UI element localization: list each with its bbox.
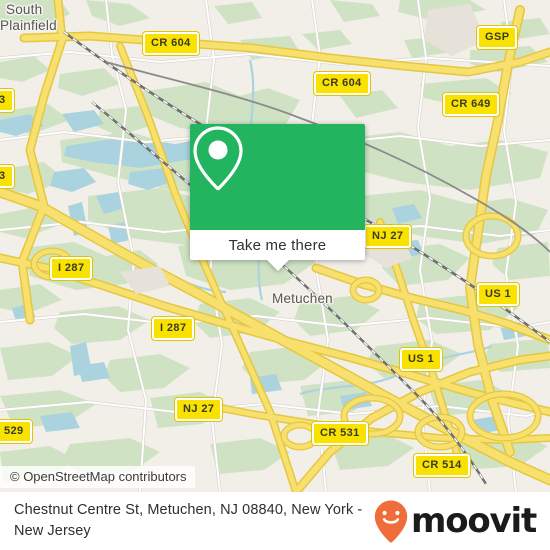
road-shield-cr-604-east[interactable]: CR 604 xyxy=(314,72,370,95)
map-screenshot: South Plainfield Metuchen CR 604 CR 604 … xyxy=(0,0,550,550)
popup-header xyxy=(190,124,365,230)
road-shield-cr-514[interactable]: CR 514 xyxy=(414,454,470,477)
map-pin-icon xyxy=(193,126,243,191)
take-me-there-label: Take me there xyxy=(228,236,327,254)
road-shield-cr-604-north[interactable]: CR 604 xyxy=(143,32,199,55)
destination-popup[interactable]: Take me there xyxy=(190,124,365,271)
road-shield-nj-27-south[interactable]: NJ 27 xyxy=(175,398,223,421)
page-footer: Chestnut Centre St, Metuchen, NJ 08840, … xyxy=(0,492,550,550)
map-canvas[interactable]: South Plainfield Metuchen CR 604 CR 604 … xyxy=(0,0,550,492)
moovit-smiley-pin-icon xyxy=(374,500,408,543)
address-label: Chestnut Centre St, Metuchen, NJ 08840, … xyxy=(14,502,363,539)
road-shield-i-287-north[interactable]: I 287 xyxy=(50,257,93,280)
road-shield-us-1-east[interactable]: US 1 xyxy=(477,283,520,306)
road-shield-us-1-south[interactable]: US 1 xyxy=(400,348,443,371)
road-shield-529[interactable]: 529 xyxy=(0,420,32,443)
road-shield-left-edge-2[interactable]: 3 xyxy=(0,165,14,188)
popup-pointer-tail xyxy=(266,260,289,271)
place-label-south-plainfield-line2: Plainfield xyxy=(0,18,57,33)
moovit-logo[interactable]: moovit xyxy=(373,499,550,543)
osm-attribution[interactable]: © OpenStreetMap contributors xyxy=(0,466,195,488)
road-shield-nj-27-north[interactable]: NJ 27 xyxy=(364,225,412,248)
road-shield-cr-531[interactable]: CR 531 xyxy=(312,422,368,445)
popup-footer[interactable]: Take me there xyxy=(190,230,365,271)
road-shield-gsp[interactable]: GSP xyxy=(477,26,518,49)
road-shield-left-edge-1[interactable]: 3 xyxy=(0,89,14,112)
road-shield-i-287-south[interactable]: I 287 xyxy=(152,317,195,340)
road-shield-cr-649[interactable]: CR 649 xyxy=(443,93,499,116)
place-label-metuchen: Metuchen xyxy=(272,291,333,306)
place-label-south-plainfield-line1: South xyxy=(6,2,43,17)
moovit-wordmark: moovit xyxy=(410,501,537,541)
